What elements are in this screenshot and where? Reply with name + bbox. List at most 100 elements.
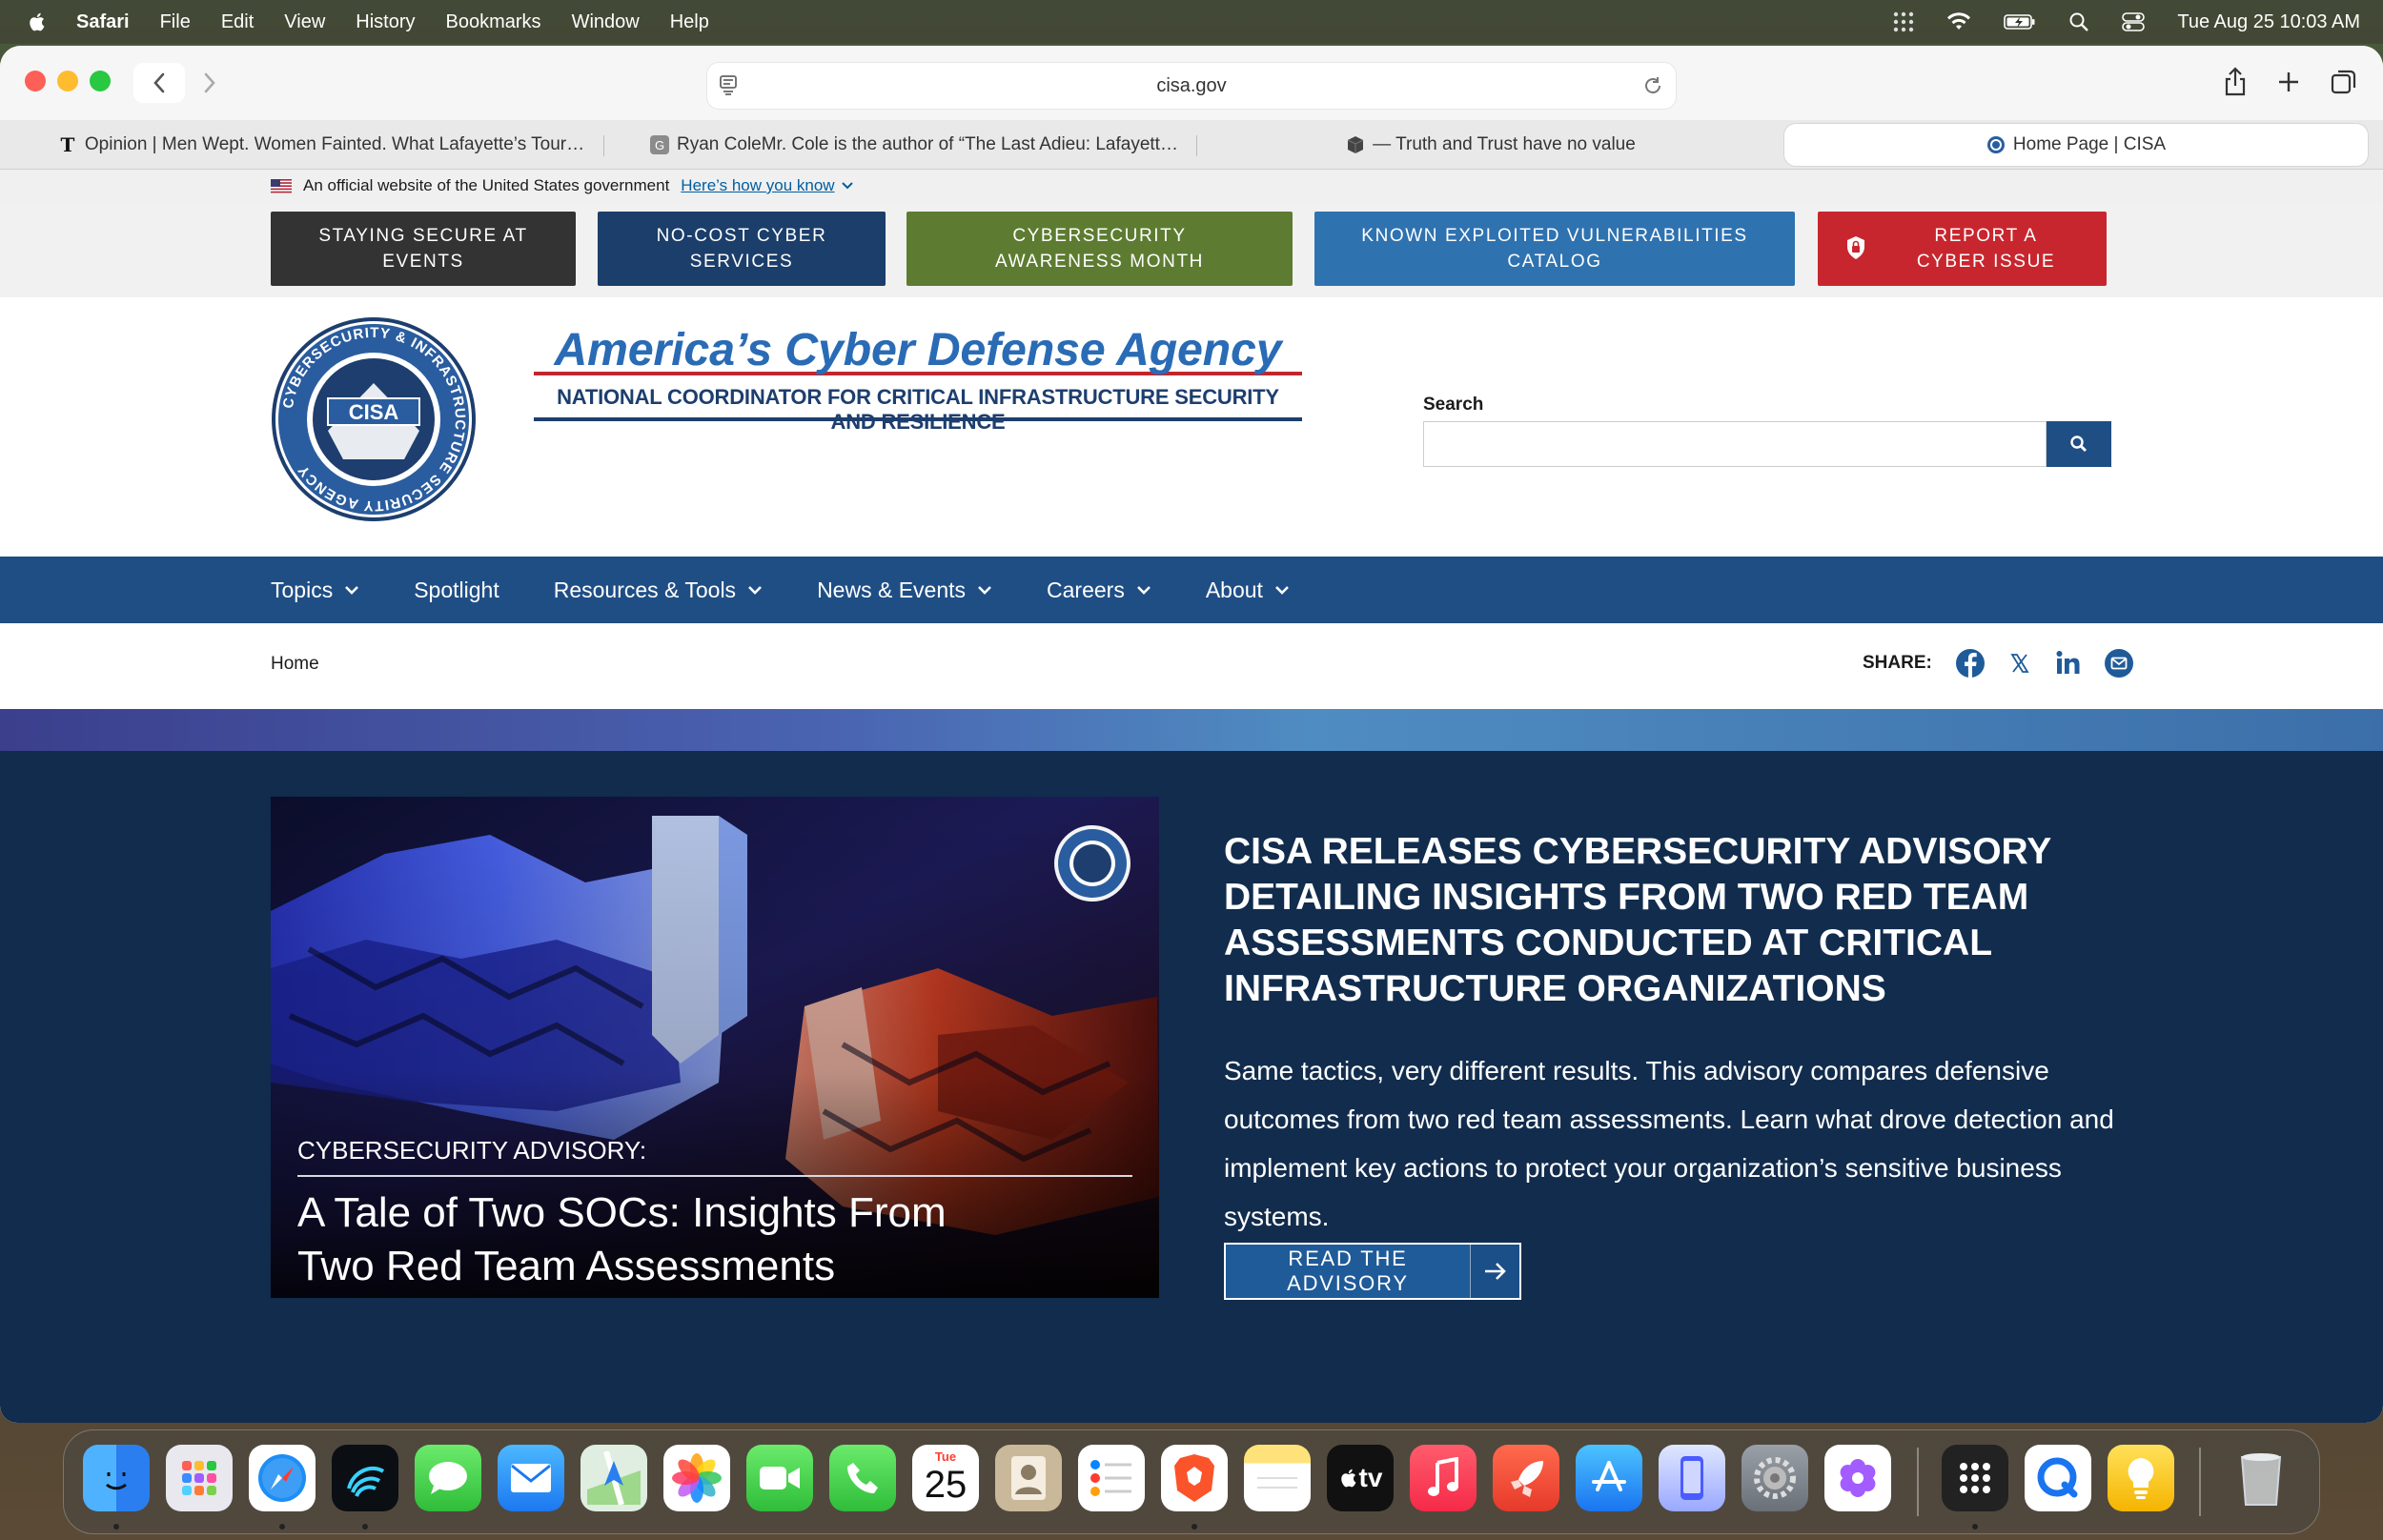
tab-title: Opinion | Men Wept. Women Fainted. What …	[84, 134, 585, 154]
tab-cisa-home[interactable]: Home Page | CISA	[1784, 124, 2368, 166]
menubar-clock[interactable]: Tue Aug 25 10:03 AM	[2177, 11, 2360, 33]
messages-icon[interactable]	[415, 1445, 481, 1511]
tips-lightbulb-icon[interactable]	[2108, 1445, 2174, 1511]
mail-icon[interactable]	[498, 1445, 564, 1511]
apple-menu-icon[interactable]	[27, 11, 46, 32]
chevron-down-icon	[1136, 586, 1151, 595]
nav-label: Careers	[1047, 577, 1125, 602]
safari-icon[interactable]	[249, 1445, 316, 1511]
x-twitter-icon[interactable]	[2005, 648, 2035, 679]
chevron-left-icon	[153, 72, 165, 93]
finder-icon[interactable]	[83, 1445, 150, 1511]
trash-icon[interactable]	[2228, 1445, 2294, 1511]
apple-tv-icon[interactable]: tv	[1327, 1445, 1394, 1511]
breadcrumb: Home SHARE:	[0, 623, 2383, 709]
menu-edit[interactable]: Edit	[221, 11, 254, 33]
facebook-icon[interactable]	[1955, 648, 1986, 679]
music-icon[interactable]	[1410, 1445, 1477, 1511]
macos-menubar: Safari File Edit View History Bookmarks …	[0, 0, 2383, 44]
hero-carousel: CYBERSECURITY ADVISORY: A Tale of Two SO…	[0, 751, 2383, 1423]
advisory-feature-image[interactable]: CYBERSECURITY ADVISORY: A Tale of Two SO…	[271, 797, 1159, 1298]
launchpad-icon[interactable]	[166, 1445, 233, 1511]
tab-overview-icon[interactable]	[2330, 67, 2358, 97]
tab-bar: T Opinion | Men Wept. Women Fainted. Wha…	[0, 120, 2383, 170]
phone-icon[interactable]	[829, 1445, 896, 1511]
calendar-icon[interactable]: Tue 25	[912, 1445, 979, 1511]
calendar-month: Tue	[934, 1449, 957, 1464]
app-store-icon[interactable]	[1576, 1445, 1642, 1511]
hero-headline: CISA RELEASES CYBERSECURITY ADVISORY DET…	[1224, 831, 2051, 1009]
back-button[interactable]	[133, 63, 185, 103]
site-header: CISA CYBERSECURITY & INFRASTRUCTURE SECU…	[0, 297, 2383, 557]
forward-button[interactable]	[191, 63, 229, 103]
share-icon[interactable]	[2223, 67, 2248, 97]
nav-resources-tools[interactable]: Resources & Tools	[554, 578, 763, 603]
cybersecurity-awareness-month-button[interactable]: CYBERSECURITY AWARENESS MONTH	[906, 212, 1293, 286]
menubar-app-name[interactable]: Safari	[76, 11, 130, 33]
chevron-down-icon[interactable]	[841, 181, 854, 191]
nav-spotlight[interactable]: Spotlight	[414, 578, 499, 603]
quicktime-icon[interactable]	[2025, 1445, 2091, 1511]
cube-favicon-icon	[1346, 135, 1365, 154]
notes-icon[interactable]	[1244, 1445, 1311, 1511]
wifi-icon[interactable]	[1946, 12, 1971, 31]
maps-icon[interactable]	[580, 1445, 647, 1511]
iphone-mirroring-icon[interactable]	[1659, 1445, 1725, 1511]
running-indicator	[279, 1524, 285, 1530]
address-bar[interactable]: cisa.gov	[707, 63, 1676, 109]
nav-news-events[interactable]: News & Events	[817, 578, 992, 603]
known-exploited-vulnerabilities-catalog-button[interactable]: KNOWN EXPLOITED VULNERABILITIES CATALOG	[1314, 212, 1795, 286]
window-minimize-button[interactable]	[57, 71, 78, 91]
linkedin-icon[interactable]	[2054, 648, 2085, 679]
menu-window[interactable]: Window	[572, 11, 640, 33]
dock-divider	[1917, 1448, 1919, 1516]
no-cost-cyber-services-button[interactable]: NO-COST CYBER SERVICES	[598, 212, 886, 286]
gov-banner: An official website of the United States…	[0, 170, 2383, 202]
button-label: CYBERSECURITY AWARENESS MONTH	[995, 226, 1204, 272]
window-close-button[interactable]	[25, 71, 46, 91]
read-the-advisory-button[interactable]: READ THE ADVISORY	[1224, 1243, 1521, 1300]
breadcrumb-home-link[interactable]: Home	[271, 654, 319, 675]
battery-icon[interactable]	[2004, 13, 2036, 30]
menu-help[interactable]: Help	[670, 11, 709, 33]
tab-title: Ryan ColeMr. Cole is the author of “The …	[677, 134, 1178, 154]
email-icon[interactable]	[2104, 648, 2134, 679]
menu-bookmarks[interactable]: Bookmarks	[446, 11, 541, 33]
report-a-cyber-issue-button[interactable]: REPORT A CYBER ISSUE	[1818, 212, 2107, 286]
cisa-seal-logo[interactable]: CISA CYBERSECURITY & INFRASTRUCTURE SECU…	[271, 316, 477, 522]
photos-icon[interactable]	[663, 1445, 730, 1511]
search-input[interactable]	[1423, 421, 2047, 467]
menu-file[interactable]: File	[160, 11, 191, 33]
reminders-icon[interactable]	[1078, 1445, 1145, 1511]
chevron-down-icon	[345, 586, 359, 595]
spotlight-search-icon[interactable]	[2068, 11, 2089, 32]
search-button[interactable]	[2047, 421, 2111, 467]
heres-how-you-know-link[interactable]: Here’s how you know	[681, 176, 834, 195]
nyt-favicon-icon: T	[60, 133, 75, 156]
contacts-icon[interactable]	[995, 1445, 1062, 1511]
nav-about[interactable]: About	[1206, 578, 1290, 603]
facetime-icon[interactable]	[746, 1445, 813, 1511]
system-settings-icon[interactable]	[1741, 1445, 1808, 1511]
tab-ryan-cole[interactable]: G Ryan ColeMr. Cole is the author of “Th…	[635, 124, 1193, 166]
menu-history[interactable]: History	[356, 11, 415, 33]
tab-nytimes[interactable]: T Opinion | Men Wept. Women Fainted. Wha…	[42, 124, 601, 166]
reload-icon[interactable]	[1641, 74, 1664, 97]
tab-truth-and-trust[interactable]: — Truth and Trust have no value	[1214, 124, 1767, 166]
menu-view[interactable]: View	[284, 11, 325, 33]
app-grid-icon[interactable]	[1942, 1445, 2008, 1511]
grid-status-icon[interactable]	[1893, 11, 1914, 32]
staying-secure-at-events-button[interactable]: STAYING SECURE AT EVENTS	[271, 212, 576, 286]
new-tab-icon[interactable]	[2276, 67, 2301, 97]
menubar-status-area: Tue Aug 25 10:03 AM	[1893, 0, 2360, 44]
brave-icon[interactable]	[1161, 1445, 1228, 1511]
window-zoom-button[interactable]	[90, 71, 111, 91]
control-center-icon[interactable]	[2122, 11, 2146, 32]
macos-dock: Tue 25 tv	[63, 1429, 2320, 1534]
wave-app-icon[interactable]	[332, 1445, 398, 1511]
nav-careers[interactable]: Careers	[1047, 578, 1151, 603]
flower-app-icon[interactable]	[1824, 1445, 1891, 1511]
nav-topics[interactable]: Topics	[271, 578, 359, 603]
chevron-right-icon	[204, 72, 215, 93]
rocket-app-icon[interactable]	[1493, 1445, 1559, 1511]
